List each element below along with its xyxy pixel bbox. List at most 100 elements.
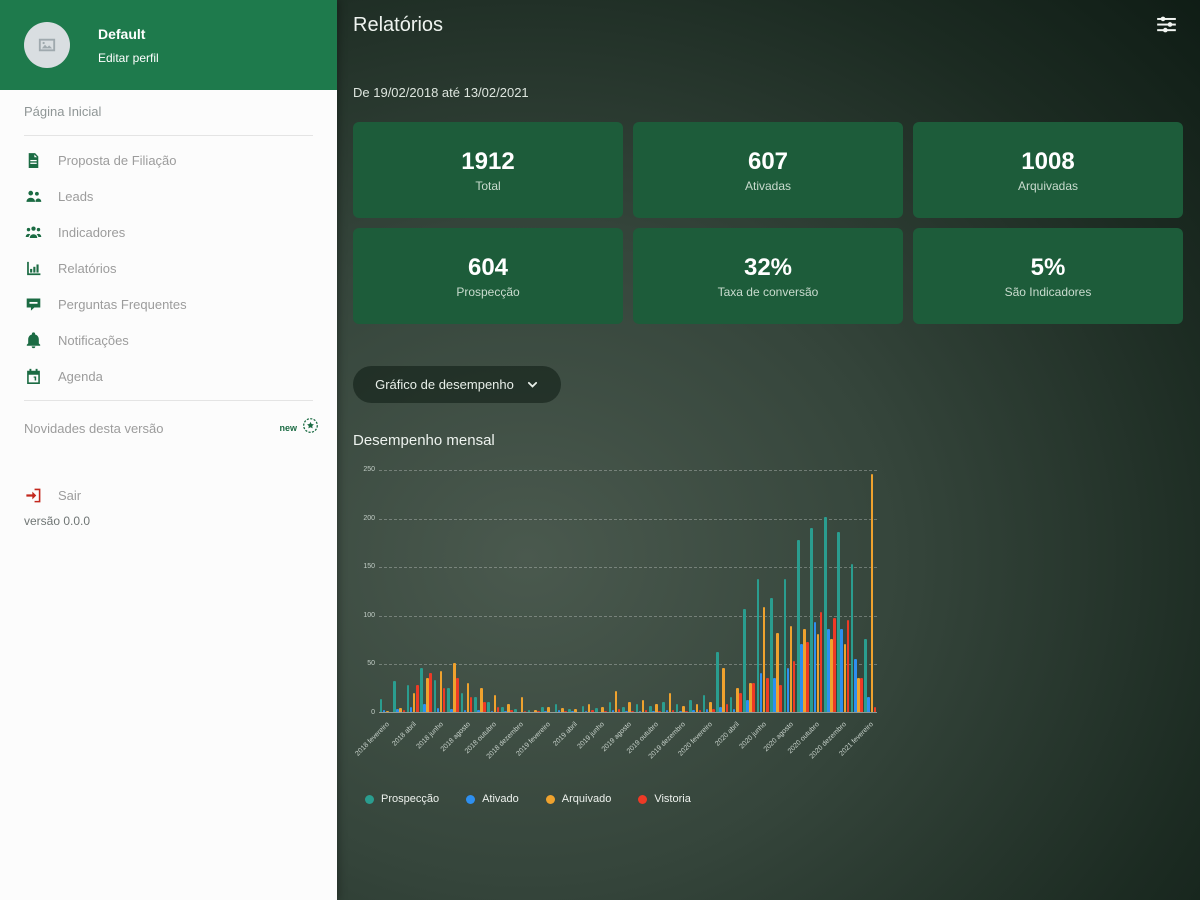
bar-prospeccao[interactable] [460, 692, 464, 712]
bar-arquivado[interactable] [520, 697, 524, 712]
bar-vistoria[interactable] [806, 642, 809, 712]
bar-ativado[interactable] [759, 673, 763, 712]
bar-prospeccao[interactable] [487, 702, 491, 712]
bar-prospeccao[interactable] [514, 709, 517, 712]
profile-header[interactable]: Default Editar perfil [0, 0, 337, 90]
chart-type-dropdown[interactable]: Gráfico de desempenho [353, 366, 561, 403]
bar-vistoria[interactable] [685, 711, 688, 712]
bar-prospeccao[interactable] [433, 679, 437, 712]
bar-ativado[interactable] [463, 710, 467, 712]
bar-vistoria[interactable] [537, 711, 540, 712]
bar-ativado[interactable] [436, 708, 440, 712]
bar-prospeccao[interactable] [635, 704, 639, 712]
bar-arquivado[interactable] [547, 707, 551, 712]
bar-arquivado[interactable] [695, 704, 699, 712]
bar-arquivado[interactable] [385, 711, 389, 712]
bar-prospeccao[interactable] [716, 651, 719, 712]
sidebar-item-indicadores[interactable]: Indicadores [0, 214, 337, 250]
bar-prospeccao[interactable] [554, 704, 558, 712]
bar-arquivado[interactable] [668, 692, 672, 712]
bar-vistoria[interactable] [644, 710, 648, 712]
filter-button[interactable] [1156, 14, 1180, 38]
bar-arquivado[interactable] [574, 709, 577, 712]
bar-prospeccao[interactable] [581, 706, 585, 712]
bar-ativado[interactable] [611, 710, 615, 712]
sidebar-item-pagina-inicial[interactable]: Página Inicial [0, 90, 337, 129]
bar-vistoria[interactable] [792, 660, 796, 712]
edit-profile-link[interactable]: Editar perfil [98, 51, 159, 65]
bar-arquivado[interactable] [843, 644, 847, 712]
bar-prospeccao[interactable] [527, 710, 531, 712]
bar-vistoria[interactable] [739, 692, 742, 712]
sidebar-item-notificacoes[interactable]: Notificações [0, 322, 337, 358]
bar-arquivado[interactable] [870, 473, 874, 712]
avatar[interactable] [24, 22, 70, 68]
logout-button[interactable]: Sair [0, 477, 337, 513]
sidebar-item-agenda[interactable]: Agenda [0, 358, 337, 394]
sidebar-item-proposta-de-filiacao[interactable]: Proposta de Filiação [0, 142, 337, 178]
bar-prospeccao[interactable] [729, 697, 733, 712]
bar-prospeccao[interactable] [393, 680, 396, 712]
bar-prospeccao[interactable] [743, 609, 746, 712]
bar-vistoria[interactable] [590, 710, 594, 712]
bar-vistoria[interactable] [402, 710, 406, 712]
bar-vistoria[interactable] [873, 707, 877, 712]
bar-vistoria[interactable] [483, 702, 486, 712]
legend-item-prospeccao[interactable]: Prospecção [365, 793, 439, 805]
bar-ativado[interactable] [584, 711, 588, 712]
bar-arquivado[interactable] [493, 694, 497, 712]
sidebar-item-perguntas-frequentes[interactable]: Perguntas Frequentes [0, 286, 337, 322]
bar-ativado[interactable] [638, 711, 642, 712]
bar-vistoria[interactable] [779, 684, 782, 712]
bar-arquivado[interactable] [399, 708, 403, 712]
bar-ativado[interactable] [490, 711, 494, 712]
bar-arquivado[interactable] [722, 668, 726, 712]
bar-prospeccao[interactable] [595, 708, 598, 712]
bar-vistoria[interactable] [631, 711, 634, 712]
bar-prospeccao[interactable] [756, 578, 760, 712]
bar-prospeccao[interactable] [608, 702, 612, 712]
bar-vistoria[interactable] [456, 678, 459, 712]
bar-vistoria[interactable] [604, 711, 607, 712]
sidebar-item-leads[interactable]: Leads [0, 178, 337, 214]
bar-vistoria[interactable] [725, 704, 729, 712]
bar-vistoria[interactable] [712, 709, 715, 712]
bar-vistoria[interactable] [469, 697, 473, 712]
bar-ativado[interactable] [813, 621, 817, 712]
bar-vistoria[interactable] [442, 687, 446, 712]
bar-prospeccao[interactable] [406, 684, 410, 712]
bar-vistoria[interactable] [523, 711, 527, 712]
bar-vistoria[interactable] [860, 678, 863, 712]
bar-arquivado[interactable] [614, 690, 618, 712]
sidebar-item-novidades[interactable]: Novidades desta versão new [0, 407, 337, 449]
bar-ativado[interactable] [867, 697, 870, 712]
sidebar-item-relatorios[interactable]: Relatórios [0, 250, 337, 286]
bar-vistoria[interactable] [846, 619, 850, 712]
bar-prospeccao[interactable] [783, 578, 787, 712]
bar-vistoria[interactable] [415, 684, 419, 712]
legend-item-arquivado[interactable]: Arquivado [545, 793, 611, 805]
bar-vistoria[interactable] [429, 673, 433, 712]
bar-ativado[interactable] [840, 629, 844, 712]
bar-arquivado[interactable] [789, 625, 793, 712]
bar-vistoria[interactable] [510, 710, 513, 712]
bar-arquivado[interactable] [641, 700, 645, 712]
bar-prospeccao[interactable] [810, 528, 814, 712]
bar-vistoria[interactable] [698, 710, 702, 712]
bar-ativado[interactable] [786, 668, 790, 712]
bar-vistoria[interactable] [819, 611, 823, 712]
bar-vistoria[interactable] [671, 710, 675, 712]
bar-vistoria[interactable] [564, 711, 567, 712]
bar-vistoria[interactable] [765, 678, 769, 712]
bar-ativado[interactable] [409, 707, 413, 712]
legend-item-ativado[interactable]: Ativado [466, 793, 519, 805]
bar-prospeccao[interactable] [662, 702, 666, 712]
bar-prospeccao[interactable] [379, 699, 383, 712]
bar-vistoria[interactable] [752, 682, 756, 712]
legend-item-vistoria[interactable]: Vistoria [638, 793, 691, 805]
bar-ativado[interactable] [692, 710, 696, 712]
bar-vistoria[interactable] [658, 711, 661, 712]
bar-arquivado[interactable] [466, 682, 470, 712]
bar-vistoria[interactable] [617, 709, 621, 712]
bar-vistoria[interactable] [496, 707, 500, 712]
